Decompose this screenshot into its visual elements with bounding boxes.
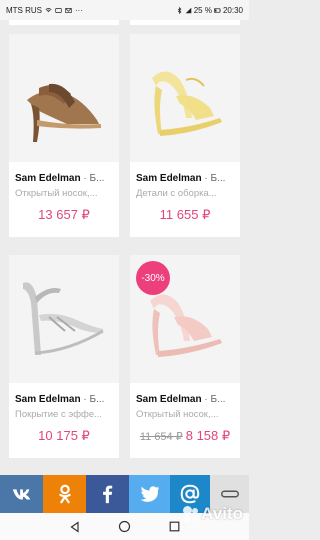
- price: 13 657 ₽: [9, 207, 119, 223]
- product-title[interactable]: Sam Edelman · Б...: [136, 173, 236, 184]
- category-suffix: · Б...: [80, 173, 105, 184]
- product-title[interactable]: Sam Edelman · Б...: [15, 394, 115, 405]
- price: 10 175 ₽: [9, 428, 119, 444]
- share-facebook-button[interactable]: [86, 475, 129, 513]
- current-price: 11 655 ₽: [159, 207, 211, 222]
- notification-icon: [55, 7, 62, 13]
- brand-name: Sam Edelman: [15, 173, 81, 184]
- time-label: 20:30: [222, 5, 243, 15]
- recents-square-icon: [169, 521, 180, 532]
- category-suffix: · Б...: [201, 173, 226, 184]
- product-title[interactable]: Sam Edelman · Б...: [136, 394, 236, 405]
- product-card[interactable]: Sam Edelman · Б... Покрытие с эффе... 10…: [9, 255, 119, 458]
- bluetooth-icon: [177, 6, 182, 14]
- battery-icon: [213, 7, 221, 13]
- back-triangle-icon: [70, 520, 79, 533]
- avito-logo-icon: [183, 506, 199, 522]
- product-description: Открытый носок,...: [15, 188, 98, 199]
- brand-name: Sam Edelman: [15, 394, 81, 405]
- category-suffix: · Б...: [80, 394, 105, 405]
- product-card[interactable]: -30% Sam Edelman · Б... Открытый носок,.…: [130, 255, 240, 458]
- current-price: 10 175 ₽: [38, 428, 90, 443]
- price: 11 655 ₽: [130, 207, 240, 223]
- odnoklassniki-icon: [58, 484, 71, 504]
- at-sign-icon: [180, 484, 200, 504]
- status-bar: MTS RUS ··· 25 % 20:30: [0, 0, 249, 20]
- more-notifications-icon: ···: [75, 5, 83, 15]
- product-description: Покрытие с эффе...: [15, 409, 103, 420]
- product-description: Открытый носок,...: [136, 409, 219, 420]
- twitter-icon: [139, 486, 159, 502]
- product-card-partial-left[interactable]: [9, 20, 119, 25]
- mail-icon: [65, 7, 72, 13]
- product-card[interactable]: Sam Edelman · Б... Детали с оборка... 11…: [130, 34, 240, 237]
- price: 11 654 ₽8 158 ₽: [130, 428, 240, 444]
- current-price: 8 158 ₽: [185, 428, 231, 443]
- product-image[interactable]: [130, 34, 240, 162]
- carrier-label: MTS RUS: [6, 5, 42, 15]
- product-card-partial-right[interactable]: [130, 20, 240, 25]
- current-price: 13 657 ₽: [38, 207, 90, 222]
- facebook-icon: [102, 485, 112, 504]
- vk-icon: [12, 489, 30, 500]
- share-vk-button[interactable]: [0, 475, 43, 513]
- back-button[interactable]: [67, 519, 83, 535]
- home-button[interactable]: [116, 519, 132, 535]
- wifi-icon: [45, 7, 52, 12]
- avito-watermark: Avito: [183, 504, 243, 524]
- old-price: 11 654 ₽: [139, 431, 183, 443]
- battery-label: 25 %: [193, 5, 212, 15]
- product-card[interactable]: Sam Edelman · Б... Открытый носок,... 13…: [9, 34, 119, 237]
- recents-button[interactable]: [166, 519, 182, 535]
- discount-badge: -30%: [136, 261, 170, 295]
- product-image[interactable]: [9, 34, 119, 162]
- brand-name: Sam Edelman: [136, 173, 202, 184]
- more-options-icon: [220, 490, 239, 498]
- snake-print-sandal-image: [27, 83, 101, 142]
- product-description: Детали с оборка...: [136, 188, 217, 199]
- brand-name: Sam Edelman: [136, 394, 202, 405]
- silver-strappy-sandal-image: [23, 282, 104, 355]
- signal-icon: [185, 7, 192, 13]
- home-circle-icon: [118, 520, 131, 533]
- yellow-ruched-sandal-image: [152, 71, 222, 136]
- product-image[interactable]: [9, 255, 119, 383]
- share-ok-button[interactable]: [43, 475, 86, 513]
- avito-wordmark: Avito: [201, 504, 243, 523]
- share-twitter-button[interactable]: [129, 475, 170, 513]
- category-suffix: · Б...: [201, 394, 226, 405]
- product-title[interactable]: Sam Edelman · Б...: [15, 173, 115, 184]
